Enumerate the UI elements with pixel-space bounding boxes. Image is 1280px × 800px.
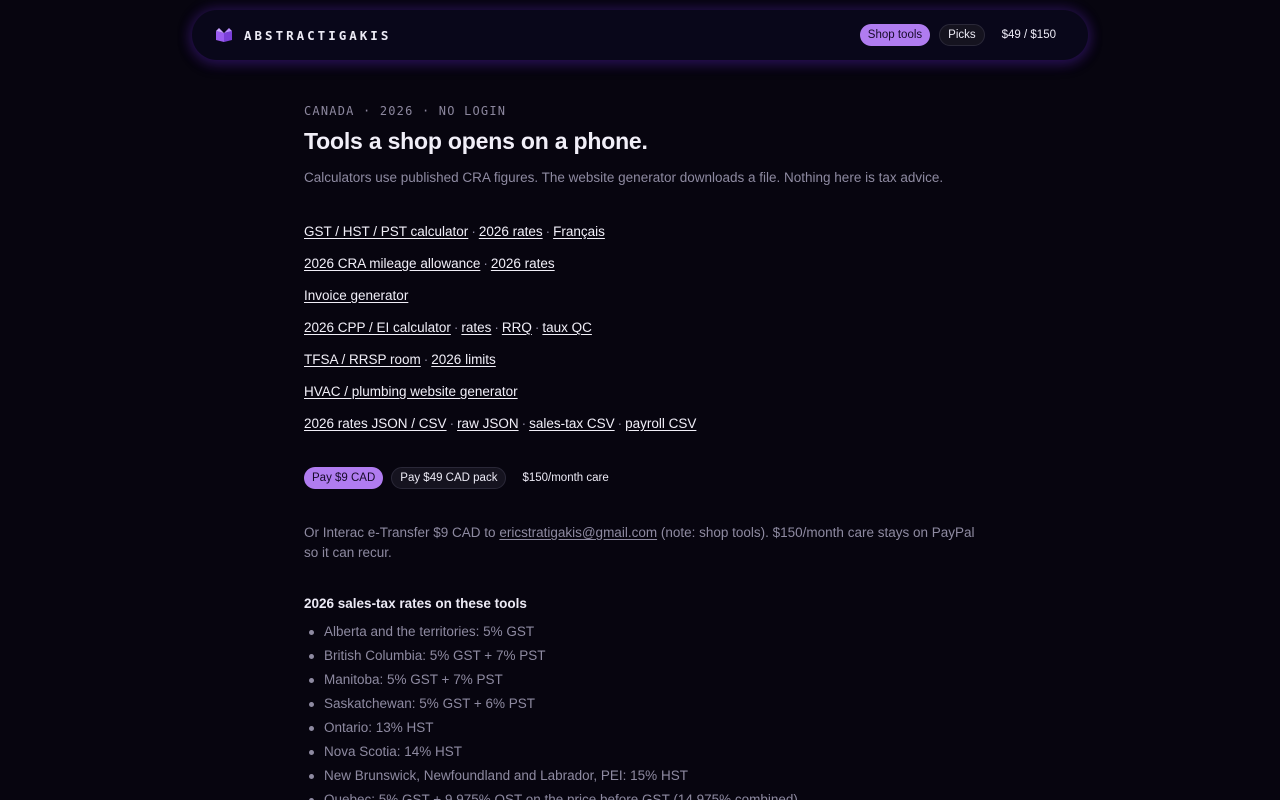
pay-9-button[interactable]: Pay $9 CAD xyxy=(304,467,384,489)
page-title: Tools a shop opens on a phone. xyxy=(304,128,648,154)
sales-tax-csv-link[interactable]: sales-tax CSV xyxy=(529,416,615,431)
taux-qc-link[interactable]: taux QC xyxy=(542,320,592,335)
payroll-csv-link[interactable]: payroll CSV xyxy=(625,416,696,431)
tool-row-website: HVAC / plumbing website generator xyxy=(304,384,976,416)
raw-json-link[interactable]: raw JSON xyxy=(457,416,519,431)
list-item: Nova Scotia: 14% HST xyxy=(309,740,798,764)
interac-note: Or Interac e-Transfer $9 CAD to ericstra… xyxy=(304,523,976,563)
tool-row-invoice: Invoice generator xyxy=(304,288,976,320)
cpp-ei-calculator-link[interactable]: 2026 CPP / EI calculator xyxy=(304,320,451,335)
separator: · xyxy=(453,320,459,335)
separator: · xyxy=(521,416,527,431)
interac-text-before: Or Interac e-Transfer $9 CAD to xyxy=(304,525,500,540)
separator: · xyxy=(545,224,551,239)
top-navigation-bar: ABSTRACTIGAKIS Shop tools Picks $49 / $1… xyxy=(192,10,1088,60)
separator: · xyxy=(423,352,429,367)
list-item: New Brunswick, Newfoundland and Labrador… xyxy=(309,764,798,788)
nav-links: Shop tools Picks $49 / $150 xyxy=(859,24,1064,46)
page-subtitle: Calculators use published CRA figures. T… xyxy=(304,170,944,185)
pricing-link[interactable]: $49 / $150 xyxy=(994,24,1064,46)
rates-json-csv-link[interactable]: 2026 rates JSON / CSV xyxy=(304,416,447,431)
purple-book-icon xyxy=(216,28,232,42)
email-link[interactable]: ericstratigakis@gmail.com xyxy=(499,525,657,540)
tfsa-rrsp-room-link[interactable]: TFSA / RRSP room xyxy=(304,352,421,367)
list-item: Saskatchewan: 5% GST + 6% PST xyxy=(309,692,798,716)
sales-tax-list: Alberta and the territories: 5% GST Brit… xyxy=(304,620,798,800)
separator: · xyxy=(534,320,540,335)
pay-49-pack-button[interactable]: Pay $49 CAD pack xyxy=(391,467,507,489)
tool-links: GST / HST / PST calculator · 2026 rates · Fr… xyxy=(304,224,976,448)
brand-name: ABSTRACTIGAKIS xyxy=(244,27,392,43)
separator: · xyxy=(494,320,499,335)
website-generator-link[interactable]: HVAC / plumbing website generator xyxy=(304,384,518,399)
list-item: Quebec: 5% GST + 9.975% QST on the price… xyxy=(309,788,798,800)
list-item: Ontario: 13% HST xyxy=(309,716,798,740)
cpp-rates-link[interactable]: rates xyxy=(461,320,491,335)
monthly-care-link[interactable]: $150/month care xyxy=(514,467,616,489)
gst-2026-rates-link[interactable]: 2026 rates xyxy=(479,224,543,239)
mileage-2026-rates-link[interactable]: 2026 rates xyxy=(491,256,555,271)
list-item: Manitoba: 5% GST + 7% PST xyxy=(309,668,798,692)
rrq-link[interactable]: RRQ xyxy=(502,320,532,335)
tool-row-cpp: 2026 CPP / EI calculator · rates · RRQ · taux … xyxy=(304,320,976,352)
separator: · xyxy=(617,416,623,431)
list-item: Alberta and the territories: 5% GST xyxy=(309,620,798,644)
francais-link[interactable]: Français xyxy=(553,224,605,239)
list-item: British Columbia: 5% GST + 7% PST xyxy=(309,644,798,668)
separator: · xyxy=(449,416,455,431)
shop-tools-button[interactable]: Shop tools xyxy=(859,24,931,46)
picks-button[interactable]: Picks xyxy=(939,24,985,46)
page: ABSTRACTIGAKIS Shop tools Picks $49 / $1… xyxy=(0,0,1280,800)
tool-row-data: 2026 rates JSON / CSV · raw JSON · sales-tax… xyxy=(304,416,976,448)
tool-row-gst: GST / HST / PST calculator · 2026 rates · Fr… xyxy=(304,224,976,256)
invoice-generator-link[interactable]: Invoice generator xyxy=(304,288,408,303)
payment-buttons: Pay $9 CAD Pay $49 CAD pack $150/month c… xyxy=(304,467,617,489)
gst-hst-pst-calculator-link[interactable]: GST / HST / PST calculator xyxy=(304,224,468,239)
brand-link[interactable]: ABSTRACTIGAKIS xyxy=(216,28,391,43)
eyebrow-text: CANADA · 2026 · NO LOGIN xyxy=(304,104,507,118)
tfsa-2026-limits-link[interactable]: 2026 limits xyxy=(431,352,496,367)
mileage-allowance-link[interactable]: 2026 CRA mileage allowance xyxy=(304,256,480,271)
tool-row-tfsa: TFSA / RRSP room · 2026 limits xyxy=(304,352,976,384)
separator: · xyxy=(483,256,488,271)
separator: · xyxy=(471,224,476,239)
tool-row-mileage: 2026 CRA mileage allowance · 2026 rates xyxy=(304,256,976,288)
sales-tax-heading: 2026 sales-tax rates on these tools xyxy=(304,596,527,611)
